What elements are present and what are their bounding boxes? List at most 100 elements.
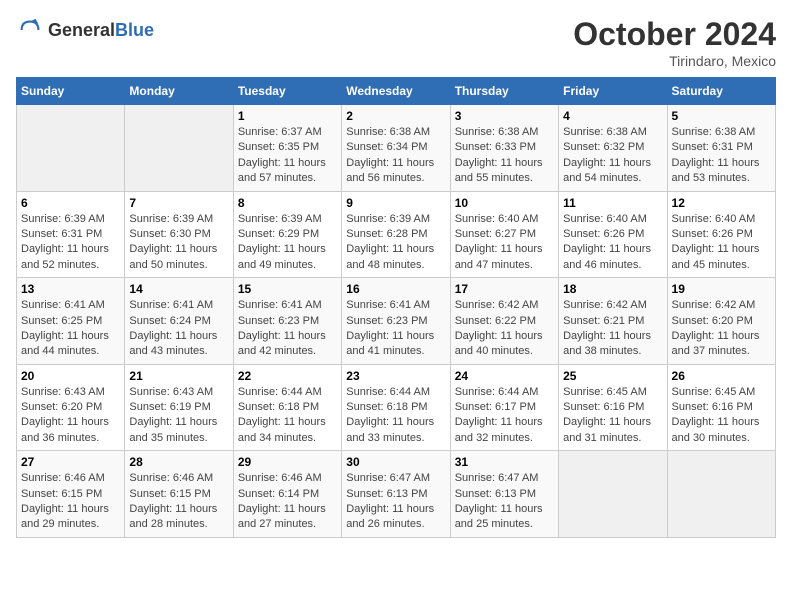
day-number: 13 [21, 282, 120, 296]
day-cell [17, 105, 125, 192]
day-cell: 2 Sunrise: 6:38 AM Sunset: 6:34 PM Daylig… [342, 105, 450, 192]
day-cell: 20 Sunrise: 6:43 AM Sunset: 6:20 PM Dayli… [17, 364, 125, 451]
day-info: Sunrise: 6:40 AM Sunset: 6:26 PM Dayligh… [672, 212, 771, 274]
day-number: 28 [129, 455, 228, 469]
day-cell: 23 Sunrise: 6:44 AM Sunset: 6:18 PM Dayli… [342, 364, 450, 451]
day-info: Sunrise: 6:42 AM Sunset: 6:21 PM Dayligh… [563, 298, 662, 360]
day-info: Sunrise: 6:44 AM Sunset: 6:18 PM Dayligh… [346, 385, 445, 447]
day-cell: 15 Sunrise: 6:41 AM Sunset: 6:23 PM Dayli… [233, 278, 341, 365]
day-number: 24 [455, 369, 554, 383]
day-number: 3 [455, 109, 554, 123]
day-cell: 11Sunrise: 6:40 AM Sunset: 6:26 PM Dayli… [559, 191, 667, 278]
day-info: Sunrise: 6:38 AM Sunset: 6:31 PM Dayligh… [672, 125, 771, 187]
day-info: Sunrise: 6:40 AM Sunset: 6:27 PM Dayligh… [455, 212, 554, 274]
day-cell: 13 Sunrise: 6:41 AM Sunset: 6:25 PM Dayli… [17, 278, 125, 365]
week-row-4: 27 Sunrise: 6:46 AM Sunset: 6:15 PM Dayli… [17, 451, 776, 538]
month-title: October 2024 [573, 16, 776, 53]
day-number: 9 [346, 196, 445, 210]
day-cell: 9Sunrise: 6:39 AM Sunset: 6:28 PM Daylig… [342, 191, 450, 278]
day-cell: 28Sunrise: 6:46 AM Sunset: 6:15 PM Dayli… [125, 451, 233, 538]
header-row: SundayMondayTuesdayWednesdayThursdayFrid… [17, 78, 776, 105]
calendar-table: SundayMondayTuesdayWednesdayThursdayFrid… [16, 77, 776, 538]
day-info: Sunrise: 6:46 AM Sunset: 6:15 PM Dayligh… [21, 471, 120, 533]
day-cell: 27 Sunrise: 6:46 AM Sunset: 6:15 PM Dayli… [17, 451, 125, 538]
day-info: Sunrise: 6:42 AM Sunset: 6:22 PM Dayligh… [455, 298, 554, 360]
day-cell: 21 Sunrise: 6:43 AM Sunset: 6:19 PM Dayli… [125, 364, 233, 451]
day-info: Sunrise: 6:46 AM Sunset: 6:14 PM Dayligh… [238, 471, 337, 533]
logo-icon [16, 16, 44, 44]
day-info: Sunrise: 6:39 AM Sunset: 6:30 PM Dayligh… [129, 212, 228, 274]
location: Tirindaro, Mexico [573, 53, 776, 69]
day-cell: 26Sunrise: 6:45 AM Sunset: 6:16 PM Dayli… [667, 364, 775, 451]
logo-text: GeneralBlue [48, 20, 154, 41]
day-number: 16 [346, 282, 445, 296]
day-info: Sunrise: 6:43 AM Sunset: 6:19 PM Dayligh… [129, 385, 228, 447]
day-header-saturday: Saturday [667, 78, 775, 105]
day-header-friday: Friday [559, 78, 667, 105]
day-number: 15 [238, 282, 337, 296]
week-row-1: 6Sunrise: 6:39 AM Sunset: 6:31 PM Daylig… [17, 191, 776, 278]
day-cell: 31 Sunrise: 6:47 AM Sunset: 6:13 PM Dayli… [450, 451, 558, 538]
day-cell: 10 Sunrise: 6:40 AM Sunset: 6:27 PM Dayli… [450, 191, 558, 278]
day-number: 14 [129, 282, 228, 296]
day-number: 5 [672, 109, 771, 123]
day-info: Sunrise: 6:42 AM Sunset: 6:20 PM Dayligh… [672, 298, 771, 360]
day-number: 18 [563, 282, 662, 296]
day-number: 21 [129, 369, 228, 383]
day-cell: 17 Sunrise: 6:42 AM Sunset: 6:22 PM Dayli… [450, 278, 558, 365]
day-cell: 16 Sunrise: 6:41 AM Sunset: 6:23 PM Dayli… [342, 278, 450, 365]
day-cell: 25Sunrise: 6:45 AM Sunset: 6:16 PM Dayli… [559, 364, 667, 451]
day-number: 2 [346, 109, 445, 123]
day-cell: 5 Sunrise: 6:38 AM Sunset: 6:31 PM Daylig… [667, 105, 775, 192]
page-header: GeneralBlue October 2024 Tirindaro, Mexi… [16, 16, 776, 69]
day-cell: 7 Sunrise: 6:39 AM Sunset: 6:30 PM Daylig… [125, 191, 233, 278]
day-info: Sunrise: 6:47 AM Sunset: 6:13 PM Dayligh… [346, 471, 445, 533]
day-cell: 12 Sunrise: 6:40 AM Sunset: 6:26 PM Dayli… [667, 191, 775, 278]
day-cell: 14 Sunrise: 6:41 AM Sunset: 6:24 PM Dayli… [125, 278, 233, 365]
logo: GeneralBlue [16, 16, 154, 44]
day-cell: 19 Sunrise: 6:42 AM Sunset: 6:20 PM Dayli… [667, 278, 775, 365]
day-info: Sunrise: 6:39 AM Sunset: 6:29 PM Dayligh… [238, 212, 337, 274]
day-number: 29 [238, 455, 337, 469]
day-number: 22 [238, 369, 337, 383]
day-cell: 6Sunrise: 6:39 AM Sunset: 6:31 PM Daylig… [17, 191, 125, 278]
day-cell: 8 Sunrise: 6:39 AM Sunset: 6:29 PM Daylig… [233, 191, 341, 278]
day-number: 31 [455, 455, 554, 469]
day-info: Sunrise: 6:41 AM Sunset: 6:24 PM Dayligh… [129, 298, 228, 360]
day-info: Sunrise: 6:45 AM Sunset: 6:16 PM Dayligh… [563, 385, 662, 447]
day-info: Sunrise: 6:41 AM Sunset: 6:23 PM Dayligh… [238, 298, 337, 360]
day-number: 30 [346, 455, 445, 469]
day-number: 11 [563, 196, 662, 210]
day-number: 20 [21, 369, 120, 383]
day-number: 7 [129, 196, 228, 210]
day-info: Sunrise: 6:44 AM Sunset: 6:18 PM Dayligh… [238, 385, 337, 447]
day-info: Sunrise: 6:44 AM Sunset: 6:17 PM Dayligh… [455, 385, 554, 447]
day-number: 12 [672, 196, 771, 210]
day-number: 10 [455, 196, 554, 210]
day-cell: 22 Sunrise: 6:44 AM Sunset: 6:18 PM Dayli… [233, 364, 341, 451]
week-row-2: 13 Sunrise: 6:41 AM Sunset: 6:25 PM Dayli… [17, 278, 776, 365]
day-info: Sunrise: 6:43 AM Sunset: 6:20 PM Dayligh… [21, 385, 120, 447]
day-info: Sunrise: 6:38 AM Sunset: 6:32 PM Dayligh… [563, 125, 662, 187]
day-cell: 24 Sunrise: 6:44 AM Sunset: 6:17 PM Dayli… [450, 364, 558, 451]
day-info: Sunrise: 6:47 AM Sunset: 6:13 PM Dayligh… [455, 471, 554, 533]
day-number: 26 [672, 369, 771, 383]
day-cell [559, 451, 667, 538]
day-number: 8 [238, 196, 337, 210]
day-cell: 18 Sunrise: 6:42 AM Sunset: 6:21 PM Dayli… [559, 278, 667, 365]
day-header-monday: Monday [125, 78, 233, 105]
week-row-0: 1Sunrise: 6:37 AM Sunset: 6:35 PM Daylig… [17, 105, 776, 192]
calendar-header: SundayMondayTuesdayWednesdayThursdayFrid… [17, 78, 776, 105]
day-number: 27 [21, 455, 120, 469]
day-info: Sunrise: 6:41 AM Sunset: 6:23 PM Dayligh… [346, 298, 445, 360]
day-number: 17 [455, 282, 554, 296]
calendar-body: 1Sunrise: 6:37 AM Sunset: 6:35 PM Daylig… [17, 105, 776, 538]
day-cell: 4Sunrise: 6:38 AM Sunset: 6:32 PM Daylig… [559, 105, 667, 192]
day-number: 19 [672, 282, 771, 296]
day-cell [125, 105, 233, 192]
day-info: Sunrise: 6:38 AM Sunset: 6:34 PM Dayligh… [346, 125, 445, 187]
day-number: 23 [346, 369, 445, 383]
day-info: Sunrise: 6:41 AM Sunset: 6:25 PM Dayligh… [21, 298, 120, 360]
day-header-tuesday: Tuesday [233, 78, 341, 105]
day-header-wednesday: Wednesday [342, 78, 450, 105]
